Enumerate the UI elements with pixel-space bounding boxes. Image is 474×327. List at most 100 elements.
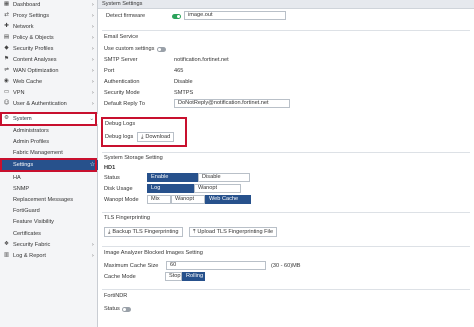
download-button[interactable]: ⤓ Download (137, 132, 175, 142)
smtp-server-value: notification.fortinet.net (174, 57, 229, 63)
custom-settings-toggle[interactable] (157, 47, 166, 52)
vpn-icon: ▭ (3, 89, 10, 95)
sidebar-item-log-report[interactable]: ▥ Log & Report › (0, 251, 98, 261)
disk-usage-label: Disk Usage (104, 186, 133, 192)
sidebar: ▦ Dashboard › ⇄ Proxy Settings › ✚ Netwo… (0, 0, 98, 327)
fortindr-status-toggle[interactable] (122, 307, 131, 312)
detect-firmware-label: Detect firmware (106, 13, 146, 19)
sidebar-subitem-label: HA (13, 175, 21, 181)
authentication-value: Disable (174, 79, 193, 85)
sidebar-item-policy-objects[interactable]: ▤ Policy & Objects › (0, 33, 98, 43)
sidebar-item-vpn[interactable]: ▭ VPN › (0, 88, 98, 98)
sidebar-subitem-snmp[interactable]: SNMP (0, 184, 98, 194)
sidebar-subitem-administrators[interactable]: Administrators (0, 126, 98, 136)
authentication-label: Authentication (104, 79, 140, 85)
wanopt-mode-mix-option[interactable]: Mix (147, 195, 171, 204)
detect-firmware-toggle[interactable] (172, 14, 181, 19)
sidebar-item-label: User & Authentication (13, 101, 67, 107)
sidebar-subitem-label: Fabric Management (13, 150, 63, 156)
cache-mode-label: Cache Mode (104, 274, 136, 280)
policy-icon: ▤ (3, 34, 10, 40)
settings-highlight-box (0, 158, 97, 172)
cache-mode-stop-option[interactable]: Stop (165, 272, 182, 281)
wanopt-mode-label: Wanopt Mode (104, 197, 139, 203)
chevron-right-icon: › (91, 253, 94, 259)
content-analyses-icon: ⚑ (3, 56, 9, 62)
sidebar-item-web-cache[interactable]: ◉ Web Cache › (0, 77, 98, 87)
main-content: System Settings Detect firmware image.ou… (98, 0, 474, 327)
sidebar-subitem-replacement-messages[interactable]: Replacement Messages (0, 195, 98, 205)
network-icon: ✚ (4, 23, 9, 29)
security-profiles-icon: ◆ (4, 45, 9, 51)
max-cache-hint: (30 - 60)MB (271, 263, 301, 269)
debug-logs-title: Debug Logs (105, 121, 136, 127)
sidebar-subitem-feature-visibility[interactable]: Feature Visibility (0, 217, 98, 227)
sidebar-item-label: Content Analyses (13, 57, 57, 63)
fortindr-title: FortiNDR (104, 293, 128, 299)
chevron-right-icon: › (91, 35, 94, 41)
system-settings-header: System Settings (98, 0, 474, 9)
status-disable-option[interactable]: Disable (198, 173, 250, 182)
sidebar-subitem-label: Feature Visibility (13, 219, 54, 225)
sidebar-item-label: Proxy Settings (13, 13, 50, 19)
sidebar-item-network[interactable]: ✚ Network › (0, 22, 98, 32)
sidebar-item-user-authentication[interactable]: ☺ User & Authentication › (0, 99, 98, 109)
backup-tls-button[interactable]: ⤓ Backup TLS Fingerprinting (104, 227, 183, 237)
disk-usage-log-option[interactable]: Log (147, 184, 194, 193)
backup-tls-label: Backup TLS Fingerprinting (112, 229, 179, 235)
debug-logs-label: Debug logs (105, 134, 134, 140)
upload-icon: ⤒ (193, 229, 196, 235)
sidebar-item-proxy-settings[interactable]: ⇄ Proxy Settings › (0, 11, 98, 21)
section-divider (102, 246, 470, 247)
chevron-right-icon: › (91, 57, 94, 63)
download-icon: ⤓ (108, 229, 111, 235)
upload-tls-button[interactable]: ⤒ Upload TLS Fingerprinting File (189, 227, 278, 237)
sidebar-item-security-fabric[interactable]: ❖ Security Fabric › (0, 240, 98, 250)
sidebar-item-label: Network (13, 24, 34, 30)
upload-tls-label: Upload TLS Fingerprinting File (197, 229, 274, 235)
sidebar-item-dashboard[interactable]: ▦ Dashboard › (0, 0, 98, 10)
sidebar-subitem-fabric-management[interactable]: Fabric Management (0, 148, 98, 158)
sidebar-item-label: VPN (13, 90, 25, 96)
disk-name: HD1 (104, 165, 116, 171)
reply-to-input[interactable]: DoNotReply@notification.fortinet.net (174, 99, 290, 108)
tls-title: TLS Fingerprinting (104, 215, 151, 221)
sidebar-item-label: Security Fabric (13, 242, 51, 248)
sidebar-item-content-analyses[interactable]: ⚑ Content Analyses › (0, 55, 98, 65)
status-enable-option[interactable]: Enable (147, 173, 198, 182)
disk-usage-wanopt-option[interactable]: Wanopt (194, 184, 241, 193)
max-cache-label: Maximum Cache Size (104, 263, 159, 269)
sidebar-subitem-ha[interactable]: HA (0, 173, 98, 183)
detect-firmware-input[interactable]: image.out (184, 11, 286, 20)
download-button-label: Download (145, 134, 171, 140)
chevron-right-icon: › (91, 24, 94, 30)
sidebar-subitem-label: SNMP (13, 186, 30, 192)
dashboard-icon: ▦ (3, 1, 10, 7)
sidebar-subitem-label: Certificates (13, 231, 41, 237)
chevron-right-icon: › (91, 2, 94, 8)
system-storage-title: System Storage Setting (104, 155, 163, 161)
chevron-right-icon: › (91, 242, 94, 248)
section-divider (102, 212, 470, 213)
max-cache-input[interactable]: 60 (166, 261, 266, 270)
sidebar-item-label: Web Cache (13, 79, 43, 85)
sidebar-subitem-admin-profiles[interactable]: Admin Profiles (0, 137, 98, 147)
chevron-right-icon: › (91, 13, 94, 19)
sidebar-item-label: WAN Optimization (13, 68, 59, 74)
sidebar-item-security-profiles[interactable]: ◆ Security Profiles › (0, 44, 98, 54)
sidebar-subitem-certificates[interactable]: Certificates (0, 229, 98, 239)
fortindr-status-label: Status (104, 306, 120, 312)
sidebar-item-label: Log & Report (13, 253, 46, 259)
cache-mode-rolling-option[interactable]: Rolling (182, 272, 205, 281)
port-value: 465 (174, 68, 184, 74)
wan-optimization-icon: ⇌ (4, 67, 9, 73)
sidebar-item-wan-optimization[interactable]: ⇌ WAN Optimization › (0, 66, 98, 76)
email-service-title: Email Service (104, 34, 139, 40)
wanopt-mode-wanopt-option[interactable]: Wanopt (171, 195, 205, 204)
sidebar-subitem-fortiguard[interactable]: FortiGuard (0, 206, 98, 216)
download-icon: ⤓ (141, 134, 144, 140)
sidebar-subitem-label: Admin Profiles (13, 139, 50, 145)
status-label: Status (104, 175, 120, 181)
image-analyzer-title: Image Analyzer Blocked Images Setting (104, 250, 203, 256)
wanopt-mode-web-cache-option[interactable]: Web Cache (205, 195, 251, 204)
